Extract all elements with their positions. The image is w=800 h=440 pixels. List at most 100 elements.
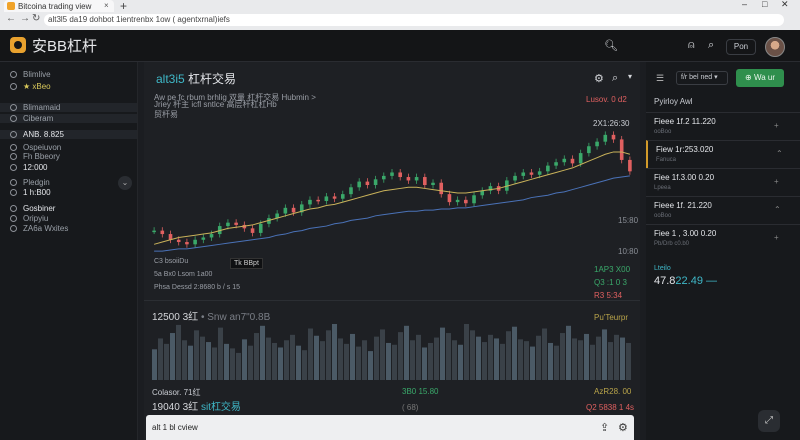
order-row[interactable]: Fiee 1f.3.00 0.20 Lpeea + xyxy=(646,168,800,196)
volume-bar xyxy=(404,325,409,380)
bell-icon[interactable]: ⍝ xyxy=(688,39,695,52)
volume-bar xyxy=(434,337,439,380)
order-row[interactable]: Fieee 1f. 21.220 ooBoo ⌃ xyxy=(646,196,800,224)
close-window-icon[interactable]: ✕ xyxy=(781,0,789,10)
sidebar-item[interactable]: Blimamaid xyxy=(0,103,137,112)
y-axis-label: Q3 :1 0 3 xyxy=(594,278,627,287)
reload-icon[interactable]: ↻ xyxy=(32,13,40,24)
order-type-select[interactable]: f/r bel ned ▾ xyxy=(676,71,728,85)
search-icon-secondary[interactable]: ⌕ xyxy=(708,39,714,52)
volume-footer-right: AzR28. 00 xyxy=(594,387,632,396)
row-action-icon[interactable]: ⌃ xyxy=(774,205,781,214)
volume-bar xyxy=(608,342,613,380)
search-icon[interactable]: 🔍︎ xyxy=(604,39,618,52)
volume-bar xyxy=(152,349,157,380)
address-bar[interactable]: alt3l5 da19 dohbot 1ientrenbx 1ow ( agen… xyxy=(44,14,784,26)
volume-bar xyxy=(398,332,403,380)
tab-close-icon[interactable]: × xyxy=(104,1,109,10)
circle-icon xyxy=(10,179,17,186)
candle-body xyxy=(464,199,468,204)
volume-bar xyxy=(458,344,463,380)
volume-bar xyxy=(380,329,385,380)
order-row[interactable]: Fiew 1r:253.020 Fanuca ⌃ xyxy=(646,140,800,168)
price-chip: Lusov. 0 d2 xyxy=(586,95,627,104)
chevron-down-icon-chart[interactable]: ▾ xyxy=(628,72,632,81)
avatar[interactable] xyxy=(765,37,785,57)
volume-bar xyxy=(500,343,505,380)
back-icon[interactable]: ← xyxy=(6,13,16,24)
candle-body xyxy=(603,134,608,142)
volume-bar xyxy=(206,342,211,380)
row-action-icon[interactable]: ⌃ xyxy=(776,149,783,158)
volume-bar xyxy=(254,333,259,380)
menu-icon[interactable]: ☰ xyxy=(656,73,664,84)
summary-value-tail: 22.49 — xyxy=(675,275,718,287)
candle-body xyxy=(537,171,542,175)
volume-bar xyxy=(428,342,433,380)
candle-body xyxy=(529,172,534,175)
maximize-icon[interactable]: □ xyxy=(762,0,767,9)
row-action-icon[interactable]: + xyxy=(774,121,779,130)
candle-body xyxy=(406,177,411,181)
sidebar-item[interactable]: Ciberam xyxy=(0,114,137,123)
sidebar-item[interactable]: 12:000 xyxy=(10,163,47,172)
sidebar-item[interactable]: ★ xBeo xyxy=(10,82,51,91)
volume-bar xyxy=(524,341,529,380)
candle-body xyxy=(431,182,435,186)
price-chart[interactable] xyxy=(144,122,640,262)
volume-footer-label: Colasor. 71红 xyxy=(152,388,201,397)
sidebar-item[interactable]: Fh Bbeory xyxy=(10,152,60,161)
sidebar-item[interactable]: ANB. 8.825 xyxy=(0,130,137,139)
order-row[interactable]: Fiee 1 , 3.00 0.20 Pb/Drb c0.b0 + xyxy=(646,224,800,252)
row-action-icon[interactable]: + xyxy=(774,233,779,242)
volume-bar xyxy=(602,329,607,380)
browser-tab[interactable]: Bitcoina trading view × xyxy=(4,0,114,12)
order-row[interactable]: Fieee 1f.2 11.220 ooBoo + xyxy=(646,112,800,140)
pro-button[interactable]: Pon xyxy=(726,39,756,55)
sidebar-item-label: 1 h:B00 xyxy=(23,188,51,197)
candle-body xyxy=(250,228,255,233)
volume-bar xyxy=(572,338,577,380)
volume-footer-mid: 3B0 15.80 xyxy=(402,387,439,396)
sidebar-item-label: Oripyiu xyxy=(23,214,49,223)
candle-body xyxy=(578,153,583,164)
volume-bar xyxy=(314,335,319,380)
summary-value: 47.822.49 — xyxy=(654,275,717,287)
gear-icon[interactable]: ⚙ xyxy=(594,72,604,85)
sidebar-item[interactable]: Blimlive xyxy=(10,70,51,79)
volume-chart[interactable] xyxy=(144,320,640,382)
sidebar-item[interactable]: Oripyiu xyxy=(10,214,48,223)
legend-line-3: Phsa Dessd 2:8680 b / s 15 xyxy=(154,284,240,291)
chevron-down-icon[interactable]: ⌄ xyxy=(118,176,132,190)
order-row-meta: Lpeea xyxy=(654,185,671,191)
share-icon[interactable]: ⇪ xyxy=(600,421,609,434)
order-row-name: Fiew 1r:253.020 xyxy=(656,145,714,154)
volume-bar xyxy=(200,336,205,380)
new-tab-icon[interactable]: + xyxy=(120,0,127,13)
sidebar-item[interactable]: Ospeiuvon xyxy=(10,143,61,152)
circle-icon xyxy=(10,225,17,232)
sidebar-item[interactable]: Pledgin xyxy=(10,178,50,187)
volume-bar xyxy=(194,330,199,380)
gear-icon-bottom[interactable]: ⚙ xyxy=(618,421,628,434)
candle-body xyxy=(291,207,296,213)
chart-panel: alt3i5 杠杆交易 ⚙ ⌕ ▾ Aw pe fc rbum brhlig 双… xyxy=(144,62,640,440)
row-action-icon[interactable]: + xyxy=(774,177,779,186)
circle-icon xyxy=(10,205,17,212)
forward-icon[interactable]: → xyxy=(20,13,30,24)
bottom-value-row: 19040 3红 sit杠交易 xyxy=(152,398,241,413)
sidebar-item[interactable]: Gosbiner xyxy=(10,204,55,213)
search-icon-chart[interactable]: ⌕ xyxy=(612,72,618,85)
sidebar-item[interactable]: ZA6a Wxites xyxy=(10,224,68,233)
candle-body xyxy=(562,158,567,163)
volume-bar xyxy=(284,340,289,380)
volume-bar xyxy=(278,347,283,380)
candle-body xyxy=(447,194,452,203)
minimize-icon[interactable]: – xyxy=(742,0,747,9)
candle-body xyxy=(546,165,550,172)
sidebar-item[interactable]: 1 h:B00 xyxy=(10,188,51,197)
expand-icon[interactable]: ⤢ xyxy=(758,410,780,432)
order-row-name: Fiee 1f.3.00 0.20 xyxy=(654,173,715,182)
action-button[interactable]: ⊕ Wa ur xyxy=(736,69,784,87)
bottom-value: 19040 3红 xyxy=(152,402,199,413)
